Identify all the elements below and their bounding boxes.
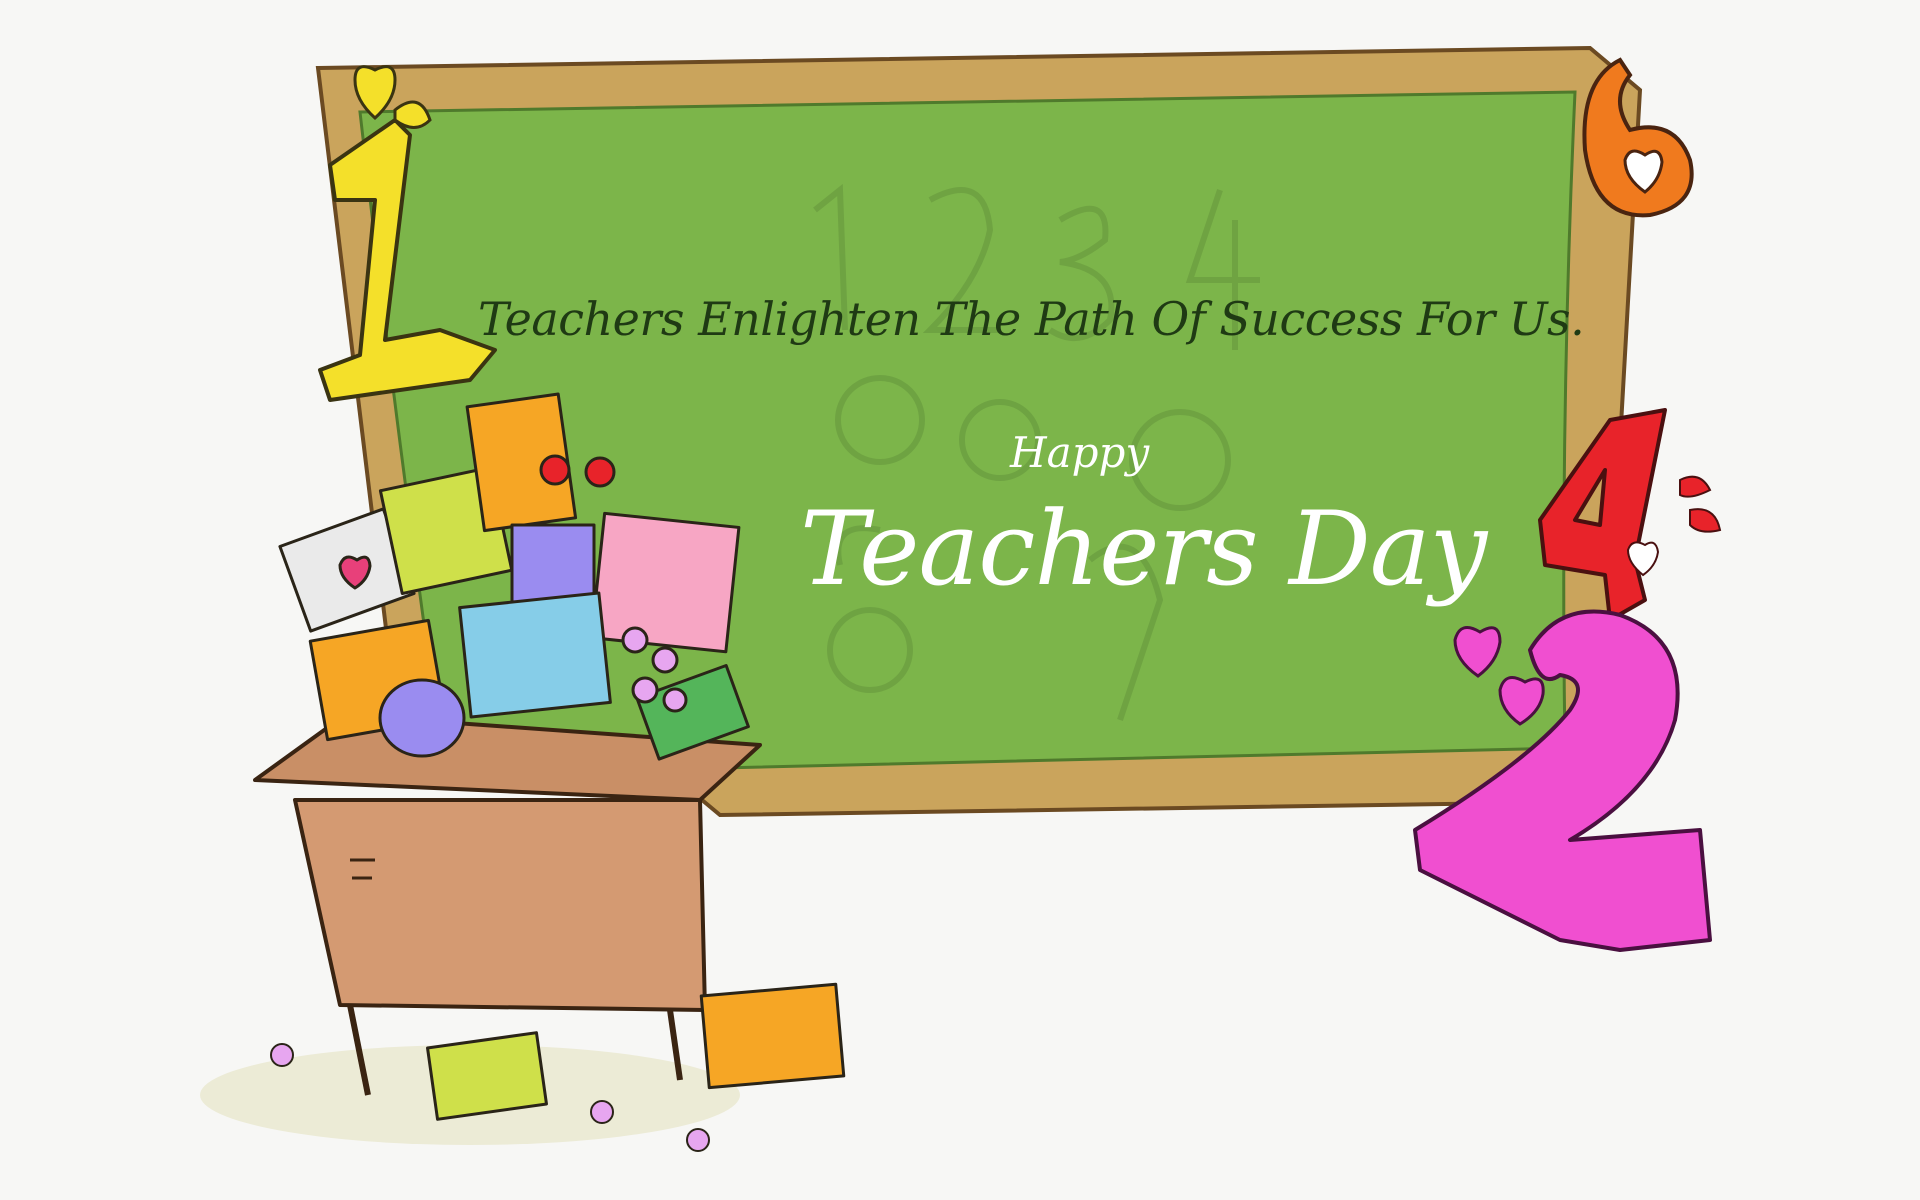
- greeting-happy-text: Happy: [1010, 428, 1150, 477]
- desk-body: [293, 798, 707, 1012]
- gift-box: [458, 591, 612, 719]
- gift-box: [590, 511, 741, 654]
- flower-icon: [662, 687, 688, 713]
- rose: [539, 454, 571, 486]
- tagline-text: Teachers Enlighten The Path Of Success F…: [478, 292, 1585, 346]
- greeting-teachers-day-text: Teachers Day: [800, 490, 1487, 609]
- gift-box: [426, 1031, 548, 1121]
- flower-icon: [631, 676, 659, 704]
- flower-icon: [590, 1100, 614, 1124]
- flower-icon: [270, 1043, 294, 1067]
- gift-box: [699, 982, 846, 1090]
- gift-box: [378, 678, 466, 758]
- gift-box: [510, 523, 596, 607]
- flower-icon: [651, 646, 679, 674]
- flower-icon: [686, 1128, 710, 1152]
- rose: [584, 456, 616, 488]
- number-six-decoration: [1582, 57, 1694, 218]
- flower-icon: [621, 626, 649, 654]
